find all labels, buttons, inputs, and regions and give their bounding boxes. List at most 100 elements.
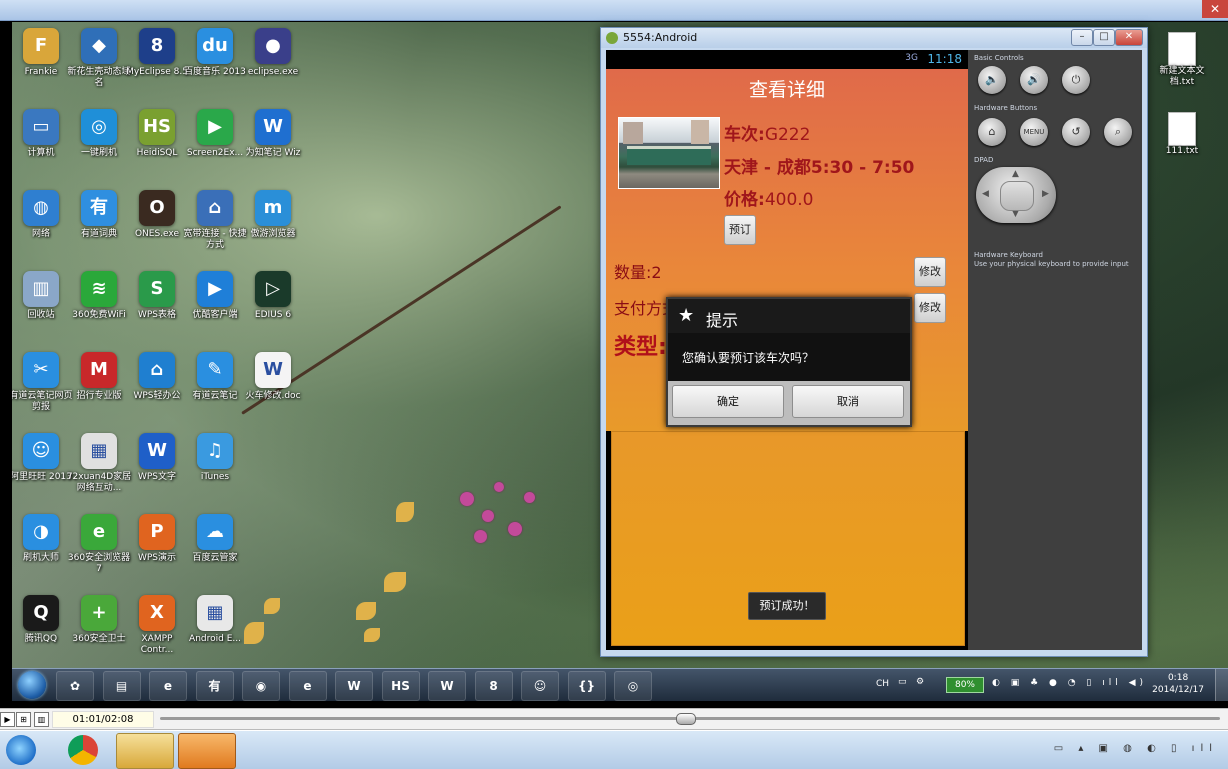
desktop-icon[interactable]: ◆ 新花生壳动态域名 [66,28,132,89]
desktop-icon[interactable]: M 招行专业版 [66,352,132,402]
wps-icon[interactable]: W [335,671,373,701]
desktop-icon[interactable]: m 傲游浏览器 [240,190,306,240]
windows-logo-icon[interactable]: ✿ [56,671,94,701]
desktop-icon[interactable]: ⌂ WPS轻办公 [124,352,190,402]
desktop-icon[interactable]: W 为知笔记 Wiz [240,109,306,159]
desktop-icon-111-txt[interactable]: 111.txt [1156,112,1208,157]
seek-thumb[interactable] [676,713,696,725]
modify-quantity-button[interactable]: 修改 [914,257,946,287]
desktop-icon[interactable]: ▦ Android E... [182,595,248,645]
dpad-center[interactable] [1000,181,1034,211]
explorer-icon[interactable] [116,733,174,769]
desktop-icon[interactable]: HS HeidiSQL [124,109,190,159]
start-button[interactable] [18,671,46,699]
emulator-icon[interactable]: ◎ [614,671,652,701]
desktop-icon[interactable]: 8 MyEclipse 8.5 [124,28,190,78]
desktop-icon[interactable]: ◑ 刷机大师 [12,514,74,564]
dpad-right-icon[interactable]: ▶ [1042,189,1049,199]
battery-indicator[interactable]: 80% [946,677,984,693]
outer-close-button[interactable]: ✕ [1202,0,1228,18]
dpad[interactable]: ▲ ▼ ◀ ▶ [976,167,1056,223]
aspect-button[interactable]: ▥ [34,712,49,727]
chrome-icon[interactable] [68,735,98,765]
desktop-icon[interactable]: ≋ 360免费WiFi [66,271,132,321]
dpad-up-icon[interactable]: ▲ [1012,169,1019,179]
modify-payment-button[interactable]: 修改 [914,293,946,323]
volume-down-button[interactable]: 🔈 [978,66,1006,94]
toast-message: 预订成功！ [748,592,826,620]
desktop-icon[interactable]: ☁ 百度云管家 [182,514,248,564]
desktop-icon[interactable]: ✂ 有道云笔记网页剪报 [12,352,74,413]
icon-label: Screen2Ex... [186,148,244,158]
desktop-icon[interactable]: ✎ 有道云笔记 [182,352,248,402]
confirm-button[interactable]: 确定 [672,385,784,418]
desktop-icon[interactable]: ◎ 一键刷机 [66,109,132,159]
wps-present-icon: P [139,514,175,550]
desktop-icon[interactable]: ▶ 优酷客户端 [182,271,248,321]
heidisql-icon[interactable]: HS [381,671,420,701]
show-desktop-button[interactable] [1215,669,1228,701]
desktop-icon[interactable]: 有有道词典 [66,190,132,240]
desktop-icon-new-text-file[interactable]: 新建文本文档.txt [1156,32,1208,88]
minimize-button[interactable]: – [1071,29,1093,46]
outer-tray-icons[interactable]: ▭ ▴ ▣ ◍ ◐ ▯ ıll [1054,743,1218,754]
myeclipse-icon[interactable]: 8 [474,671,513,701]
desktop-icon[interactable]: W WPS文字 [124,433,190,483]
volume-up-button[interactable]: 🔊 [1020,66,1048,94]
network-icon: ◍ [23,190,59,226]
tray-icons[interactable]: ◐ ▣ ♣ ● ◔ ▯ ıll ◀) [992,678,1147,688]
desktop-icon[interactable]: S WPS表格 [124,271,190,321]
close-button[interactable]: ✕ [1115,29,1143,46]
book-button[interactable]: 预订 [724,215,756,245]
youdao-icon[interactable]: 有 [195,671,234,701]
cancel-button[interactable]: 取消 [792,385,904,418]
icon-label: 火车修改.doc [245,391,301,401]
desktop-icon[interactable]: ▥ 回收站 [12,271,74,321]
back-button[interactable]: ↺ [1062,118,1090,146]
dialog-title: 提示 [706,311,739,330]
desktop-icon[interactable]: P WPS演示 [124,514,190,564]
home-button[interactable]: ⌂ [978,118,1006,146]
360-icon[interactable]: e [288,671,327,701]
settings-icon[interactable]: ⚙ [916,677,924,687]
tray-clock[interactable]: 0:18 2014/12/17 [1152,672,1204,696]
icon-label: 腾讯QQ [24,634,58,644]
search-button[interactable]: ⌕ [1104,118,1132,146]
fullscreen-button[interactable]: ▶ [0,712,15,727]
wangwang-icon[interactable]: ☺ [521,671,559,701]
desktop-icon[interactable]: F Frankie [12,28,74,78]
desktop-icon[interactable]: O ONES.exe [124,190,190,240]
desktop-icon[interactable]: Q 腾讯QQ [12,595,74,645]
power-button[interactable]: ⏻ [1062,66,1090,94]
desktop-icon[interactable]: X XAMPP Contr... [124,595,190,656]
recorder-icon[interactable] [178,733,236,769]
desktop-icon[interactable]: ▶ Screen2Ex... [182,109,248,159]
icon-label: 招行专业版 [76,391,122,401]
dpad-left-icon[interactable]: ◀ [982,189,989,199]
icon-label: 111.txt [1165,146,1199,156]
desktop-icon[interactable]: ▷ EDIUS 6 [240,271,306,321]
keyboard-icon[interactable]: ▭ [898,677,907,687]
chrome-icon[interactable]: ◉ [242,671,280,701]
desktop-icon[interactable]: W 火车修改.doc [240,352,306,402]
fit-button[interactable]: ⊞ [16,712,31,727]
wps-writer-icon[interactable]: W [428,671,466,701]
desktop-icon[interactable]: ♫ iTunes [182,433,248,483]
desktop-icon[interactable]: e 360安全浏览器7 [66,514,132,575]
android-icon[interactable]: {} [567,671,606,701]
desktop-icon[interactable]: ◍ 网络 [12,190,74,240]
desktop-icon[interactable]: ⌂ 宽带连接 - 快捷方式 [182,190,248,251]
desktop-icon[interactable]: du 百度音乐 2013 [182,28,248,78]
maximize-button[interactable]: □ [1093,29,1115,46]
lang-indicator[interactable]: CH [876,679,889,689]
menu-button[interactable]: MENU [1020,118,1048,146]
emulator-titlebar[interactable]: 5554:Android – □ ✕ [601,28,1147,48]
desktop-icon[interactable]: +360安全卫士 [66,595,132,645]
desktop-icon[interactable]: ▭ 计算机 [12,109,74,159]
ie-icon[interactable] [6,735,36,765]
explorer-icon[interactable]: ▤ [102,671,141,701]
ie-icon[interactable]: e [149,671,187,701]
desktop-icon[interactable]: ▦ 72xuan4D家居网络互动... [66,433,132,494]
desktop-icon[interactable]: ☺ 阿里旺旺 2013 [12,433,74,483]
desktop-icon[interactable]: ● eclipse.exe [240,28,306,78]
